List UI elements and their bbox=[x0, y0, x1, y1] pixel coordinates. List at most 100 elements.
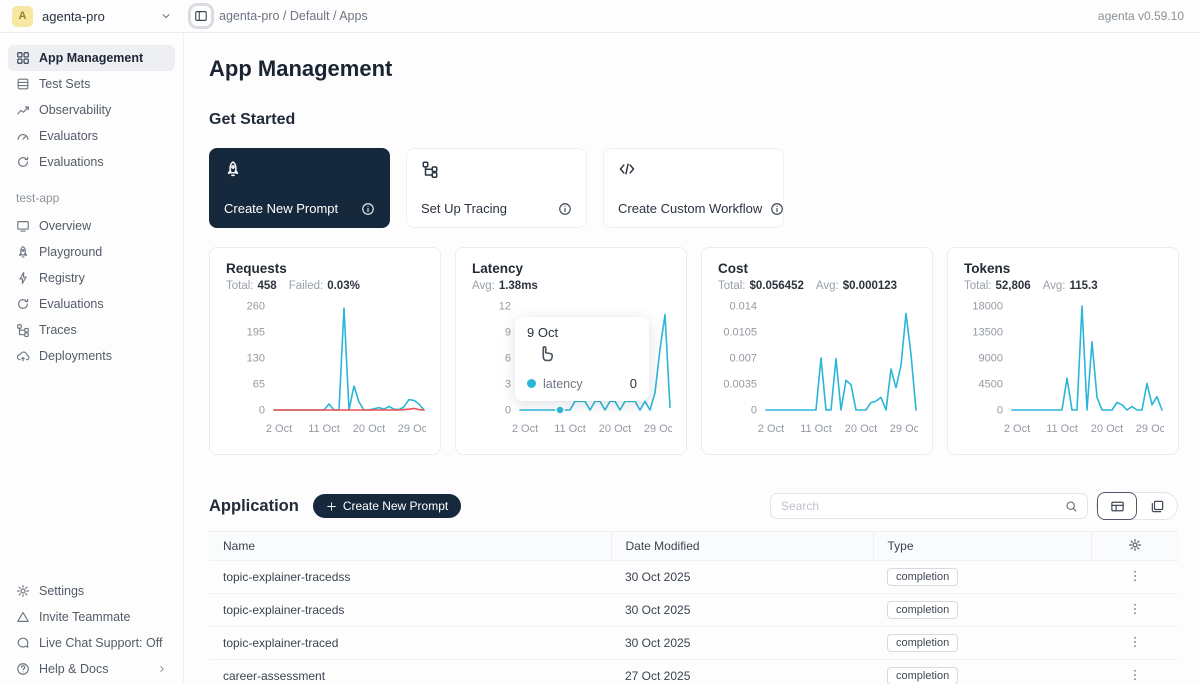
stat-chart: 18000135009000450002 Oct11 Oct20 Oct29 O… bbox=[964, 298, 1164, 438]
gauge-icon bbox=[16, 129, 30, 143]
kebab-menu-icon[interactable] bbox=[1128, 668, 1142, 682]
app-name-cell: topic-explainer-tracedss bbox=[209, 561, 611, 594]
get-started-card[interactable]: Set Up Tracing bbox=[406, 148, 587, 228]
table-row[interactable]: career-assessment 27 Oct 2025 completion bbox=[209, 660, 1178, 684]
stat-pair bbox=[550, 280, 554, 292]
svg-text:20 Oct: 20 Oct bbox=[599, 423, 631, 435]
svg-text:2 Oct: 2 Oct bbox=[758, 423, 784, 435]
stat-card: Requests Total:458 Failed:0.03% 26019513… bbox=[209, 247, 441, 455]
info-icon[interactable] bbox=[558, 202, 572, 216]
kebab-menu-icon[interactable] bbox=[1128, 569, 1142, 583]
app-name-cell: career-assessment bbox=[209, 660, 611, 684]
create-new-prompt-button[interactable]: Create New Prompt bbox=[313, 494, 461, 518]
workspace-name: agenta-pro bbox=[42, 9, 105, 24]
type-cell: completion bbox=[873, 594, 1091, 627]
sidebar-item[interactable]: Traces bbox=[8, 317, 175, 343]
chart-icon bbox=[16, 103, 30, 117]
svg-text:20 Oct: 20 Oct bbox=[845, 423, 877, 435]
row-actions-cell bbox=[1091, 561, 1178, 594]
sidebar-item-label: App Management bbox=[39, 51, 143, 65]
gear-icon[interactable] bbox=[1128, 538, 1142, 552]
svg-text:12: 12 bbox=[499, 301, 511, 313]
svg-text:11 Oct: 11 Oct bbox=[554, 423, 586, 435]
sidebar-item[interactable]: Playground bbox=[8, 239, 175, 265]
sidebar-item[interactable]: Evaluations bbox=[8, 149, 175, 175]
search-icon[interactable] bbox=[1065, 500, 1078, 513]
svg-text:0: 0 bbox=[997, 405, 1003, 417]
tree-icon bbox=[421, 160, 439, 178]
main-content: App Management Get Started Create New Pr… bbox=[185, 33, 1200, 684]
card-view-button[interactable] bbox=[1137, 492, 1177, 520]
sidebar-item[interactable]: App Management bbox=[8, 45, 175, 71]
get-started-card[interactable]: Create Custom Workflow bbox=[603, 148, 784, 228]
cloud-icon bbox=[16, 349, 30, 363]
table-view-button[interactable] bbox=[1097, 492, 1137, 520]
stat-chart: 2601951306502 Oct11 Oct20 Oct29 Oct bbox=[226, 298, 426, 438]
tooltip-date: 9 Oct bbox=[527, 325, 637, 340]
svg-text:6: 6 bbox=[505, 353, 511, 365]
get-started-card[interactable]: Create New Prompt bbox=[209, 148, 390, 228]
kebab-menu-icon[interactable] bbox=[1128, 635, 1142, 649]
sidebar-item[interactable]: Registry bbox=[8, 265, 175, 291]
column-header-type[interactable]: Type bbox=[873, 532, 1091, 561]
sidebar-item[interactable]: Live Chat Support: Off bbox=[8, 630, 175, 656]
svg-text:29 Oct: 29 Oct bbox=[644, 423, 672, 435]
hand-cursor-icon bbox=[537, 344, 557, 364]
sidebar-item[interactable]: Deployments bbox=[8, 343, 175, 369]
sidebar-toggle-button[interactable] bbox=[188, 3, 214, 29]
get-started-card-label: Create Custom Workflow bbox=[618, 201, 762, 216]
chevron-down-icon[interactable] bbox=[160, 10, 172, 22]
sidebar-item-label: Help & Docs bbox=[39, 662, 108, 676]
page-title: App Management bbox=[209, 56, 1178, 82]
table-row[interactable]: topic-explainer-traceds 30 Oct 2025 comp… bbox=[209, 594, 1178, 627]
stats-row: Requests Total:458 Failed:0.03% 26019513… bbox=[209, 247, 1178, 455]
sidebar-item[interactable]: Help & Docs bbox=[8, 656, 175, 682]
view-toggle bbox=[1096, 492, 1178, 520]
sidebar-item[interactable]: Overview bbox=[8, 213, 175, 239]
monitor-icon bbox=[16, 219, 30, 233]
sidebar-item[interactable]: Observability bbox=[8, 97, 175, 123]
list-icon bbox=[16, 77, 30, 91]
svg-text:11 Oct: 11 Oct bbox=[308, 423, 340, 435]
svg-text:11 Oct: 11 Oct bbox=[800, 423, 832, 435]
row-actions-cell bbox=[1091, 660, 1178, 684]
card-view-icon bbox=[1150, 499, 1165, 514]
app-name-cell: topic-explainer-traced bbox=[209, 627, 611, 660]
sidebar-item[interactable]: Settings bbox=[8, 578, 175, 604]
svg-text:9: 9 bbox=[505, 327, 511, 339]
sidebar-item[interactable]: Evaluations bbox=[8, 291, 175, 317]
info-icon[interactable] bbox=[770, 202, 784, 216]
svg-text:13500: 13500 bbox=[972, 327, 1003, 339]
sidebar-item[interactable]: Evaluators bbox=[8, 123, 175, 149]
column-header-date-modified[interactable]: Date Modified bbox=[611, 532, 873, 561]
sidebar-item[interactable]: Test Sets bbox=[8, 71, 175, 97]
breadcrumb[interactable]: agenta-pro / Default / Apps bbox=[219, 9, 368, 23]
svg-text:260: 260 bbox=[247, 301, 265, 313]
search-input[interactable] bbox=[781, 499, 1065, 513]
sidebar-item-label: Overview bbox=[39, 219, 91, 233]
svg-text:0.007: 0.007 bbox=[729, 353, 757, 365]
stat-pair: Total:458 bbox=[226, 280, 277, 292]
get-started-heading: Get Started bbox=[209, 111, 1178, 129]
workspace-selector[interactable]: A agenta-pro bbox=[0, 6, 184, 27]
sidebar-item-label: Playground bbox=[39, 245, 102, 259]
svg-text:29 Oct: 29 Oct bbox=[1136, 423, 1164, 435]
type-cell: completion bbox=[873, 561, 1091, 594]
sidebar-item-label: Deployments bbox=[39, 349, 112, 363]
table-row[interactable]: topic-explainer-tracedss 30 Oct 2025 com… bbox=[209, 561, 1178, 594]
kebab-menu-icon[interactable] bbox=[1128, 602, 1142, 616]
tooltip-value: 0 bbox=[630, 376, 637, 391]
svg-text:0.014: 0.014 bbox=[729, 301, 757, 313]
svg-text:0: 0 bbox=[751, 405, 757, 417]
tooltip-series-label: latency bbox=[543, 377, 583, 391]
column-header-name[interactable]: Name bbox=[209, 532, 611, 561]
info-icon[interactable] bbox=[361, 202, 375, 216]
stat-card: Cost Total:$0.056452 Avg:$0.000123 0.014… bbox=[701, 247, 933, 455]
svg-text:20 Oct: 20 Oct bbox=[1091, 423, 1123, 435]
table-row[interactable]: topic-explainer-traced 30 Oct 2025 compl… bbox=[209, 627, 1178, 660]
refresh-icon bbox=[16, 155, 30, 169]
svg-text:4500: 4500 bbox=[979, 379, 1003, 391]
sidebar-item[interactable]: Invite Teammate bbox=[8, 604, 175, 630]
sidebar-item-label: Observability bbox=[39, 103, 111, 117]
type-cell: completion bbox=[873, 627, 1091, 660]
